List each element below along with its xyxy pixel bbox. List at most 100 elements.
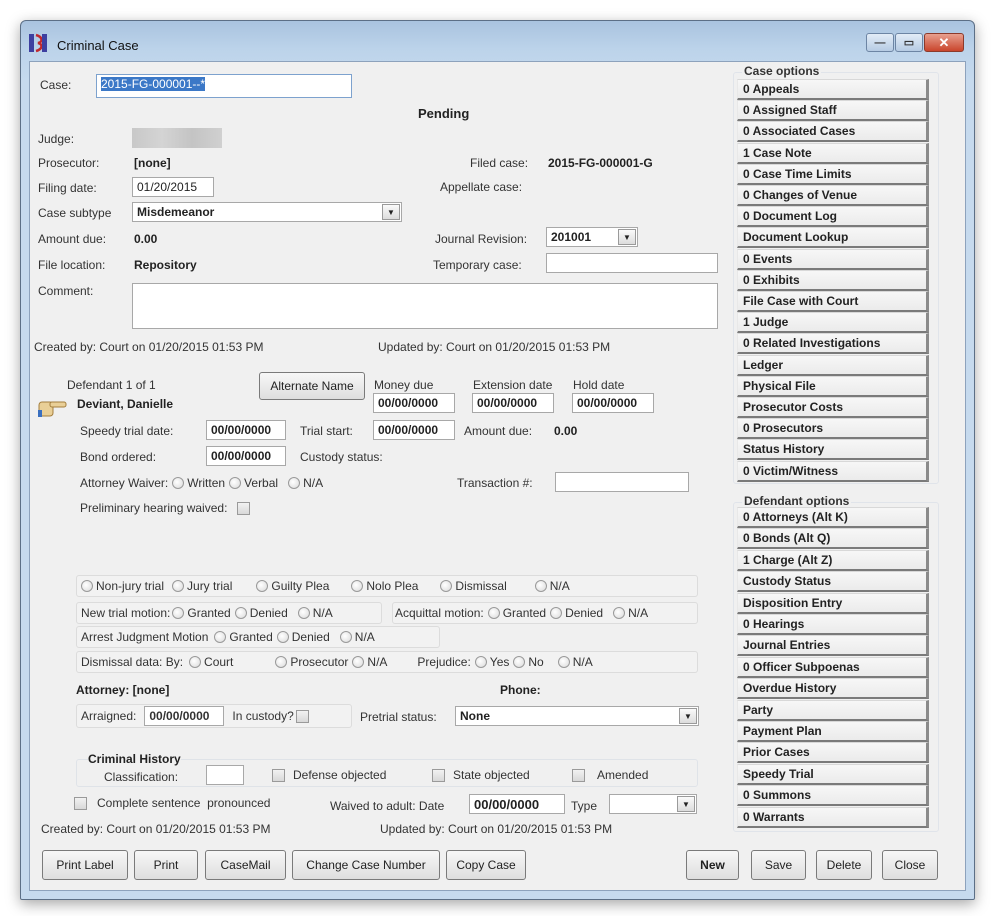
save-button[interactable]: Save: [751, 850, 806, 880]
case-option-button[interactable]: 0 Changes of Venue: [737, 185, 929, 206]
arraigned-input[interactable]: 00/00/0000: [144, 706, 225, 726]
arrest-judgment-na-radio[interactable]: [339, 631, 352, 643]
case-option-button[interactable]: 0 Exhibits: [737, 269, 929, 291]
defendant-option-button[interactable]: Speedy Trial: [737, 763, 929, 785]
case-option-button[interactable]: File Case with Court: [737, 291, 929, 312]
waived-date-input[interactable]: 00/00/0000: [469, 794, 565, 814]
case-option-button[interactable]: 0 Prosecutors: [737, 418, 929, 440]
chevron-down-icon[interactable]: ▼: [677, 796, 695, 812]
trial-na-radio[interactable]: [534, 580, 547, 592]
complete-sentence-checkbox[interactable]: [74, 796, 87, 810]
case-option-button[interactable]: 0 Victim/Witness: [737, 460, 929, 482]
in-custody-checkbox[interactable]: [295, 709, 309, 723]
defendant-option-button[interactable]: Party: [737, 699, 929, 721]
defendant-option-button[interactable]: Journal Entries: [737, 635, 929, 657]
acquittal-granted-radio[interactable]: [487, 607, 500, 619]
prejudice-na-radio[interactable]: [557, 656, 570, 668]
temporary-case-input[interactable]: [546, 253, 718, 273]
defendant-option-button[interactable]: 0 Officer Subpoenas: [737, 656, 929, 678]
new-trial-granted-radio[interactable]: [172, 607, 185, 619]
dismissal-prosecutor-radio[interactable]: [275, 656, 288, 668]
case-option-button[interactable]: 0 Associated Cases: [737, 121, 929, 143]
dismissal-radio[interactable]: [440, 580, 453, 592]
defendant-option-button[interactable]: 1 Charge (Alt Z): [737, 549, 929, 571]
pointing-hand-icon[interactable]: [38, 396, 70, 418]
jury-trial-radio[interactable]: [172, 580, 185, 592]
defendant-option-button[interactable]: 0 Attorneys (Alt K): [737, 507, 929, 528]
defendant-option-button[interactable]: Custody Status: [737, 571, 929, 593]
minimize-button[interactable]: —: [866, 33, 894, 52]
defendant-option-button[interactable]: 0 Summons: [737, 785, 929, 807]
case-option-button[interactable]: 0 Case Time Limits: [737, 163, 929, 185]
title-bar[interactable]: Criminal Case — ▭ ✕: [21, 21, 974, 53]
case-option-button[interactable]: 0 Assigned Staff: [737, 100, 929, 122]
new-trial-na-radio[interactable]: [297, 607, 310, 619]
chevron-down-icon[interactable]: ▼: [618, 229, 636, 245]
journal-revision-select[interactable]: 201001 ▼: [546, 227, 638, 247]
defendant-name[interactable]: Deviant, Danielle: [77, 397, 173, 411]
case-option-button[interactable]: 0 Events: [737, 248, 929, 270]
case-option-button[interactable]: Status History: [737, 439, 929, 461]
arrest-judgment-granted-radio[interactable]: [214, 631, 227, 643]
prejudice-yes-radio[interactable]: [474, 656, 487, 668]
dismissal-court-radio[interactable]: [189, 656, 202, 668]
waived-type-select[interactable]: ▼: [609, 794, 697, 814]
case-option-button[interactable]: 0 Related Investigations: [737, 333, 929, 355]
case-option-button[interactable]: Document Lookup: [737, 227, 929, 249]
casemail-button[interactable]: CaseMail: [205, 850, 286, 880]
case-subtype-select[interactable]: Misdemeanor ▼: [132, 202, 402, 222]
close-window-button[interactable]: ✕: [924, 33, 964, 52]
waiver-written-radio[interactable]: [172, 477, 185, 489]
nolo-plea-radio[interactable]: [351, 580, 364, 592]
delete-button[interactable]: Delete: [816, 850, 872, 880]
defendant-option-button[interactable]: Overdue History: [737, 678, 929, 700]
maximize-button[interactable]: ▭: [895, 33, 923, 52]
filing-date-input[interactable]: 01/20/2015: [132, 177, 214, 197]
chevron-down-icon[interactable]: ▼: [382, 204, 400, 220]
case-option-button[interactable]: Prosecutor Costs: [737, 397, 929, 418]
transaction-input[interactable]: [555, 472, 689, 492]
bond-ordered-input[interactable]: 00/00/0000: [206, 446, 286, 466]
alternate-name-button[interactable]: Alternate Name: [259, 372, 365, 400]
non-jury-trial-radio[interactable]: [81, 580, 93, 592]
acquittal-denied-radio[interactable]: [550, 607, 563, 619]
case-option-button[interactable]: Physical File: [737, 375, 929, 397]
case-option-button[interactable]: 1 Case Note: [737, 142, 929, 164]
trial-start-input[interactable]: 00/00/0000: [373, 420, 455, 440]
comment-textarea[interactable]: [132, 283, 718, 329]
copy-case-button[interactable]: Copy Case: [446, 850, 526, 880]
change-case-number-button[interactable]: Change Case Number: [292, 850, 440, 880]
extension-date-input[interactable]: 00/00/0000: [472, 393, 554, 413]
case-number-input[interactable]: 2015-FG-000001--*: [96, 74, 352, 98]
prelim-hearing-checkbox[interactable]: [237, 501, 251, 515]
waiver-verbal-radio[interactable]: [229, 477, 242, 489]
case-option-button[interactable]: 0 Document Log: [737, 206, 929, 228]
amended-checkbox[interactable]: [572, 768, 585, 782]
pretrial-status-select[interactable]: None ▼: [455, 706, 699, 726]
prejudice-no-radio[interactable]: [513, 656, 526, 668]
print-label-button[interactable]: Print Label: [42, 850, 128, 880]
case-option-button[interactable]: Ledger: [737, 354, 929, 376]
new-button[interactable]: New: [686, 850, 739, 880]
speedy-trial-input[interactable]: 00/00/0000: [206, 420, 286, 440]
defendant-option-button[interactable]: 0 Hearings: [737, 614, 929, 635]
hold-date-input[interactable]: 00/00/0000: [572, 393, 654, 413]
defendant-option-button[interactable]: Payment Plan: [737, 721, 929, 742]
dismissal-na-radio[interactable]: [352, 656, 365, 668]
case-option-button[interactable]: 1 Judge: [737, 312, 929, 334]
defendant-option-button[interactable]: Prior Cases: [737, 742, 929, 764]
defendant-option-button[interactable]: Disposition Entry: [737, 592, 929, 614]
arrest-judgment-denied-radio[interactable]: [276, 631, 289, 643]
chevron-down-icon[interactable]: ▼: [679, 708, 697, 724]
new-trial-denied-radio[interactable]: [234, 607, 247, 619]
classification-input[interactable]: [206, 765, 244, 785]
guilty-plea-radio[interactable]: [256, 580, 269, 592]
money-due-input[interactable]: 00/00/0000: [373, 393, 455, 413]
defense-objected-checkbox[interactable]: [272, 768, 285, 782]
state-objected-checkbox[interactable]: [432, 768, 445, 782]
print-button[interactable]: Print: [134, 850, 198, 880]
case-option-button[interactable]: 0 Appeals: [737, 79, 929, 100]
close-button[interactable]: Close: [882, 850, 938, 880]
defendant-option-button[interactable]: 0 Bonds (Alt Q): [737, 528, 929, 550]
acquittal-na-radio[interactable]: [613, 607, 626, 619]
